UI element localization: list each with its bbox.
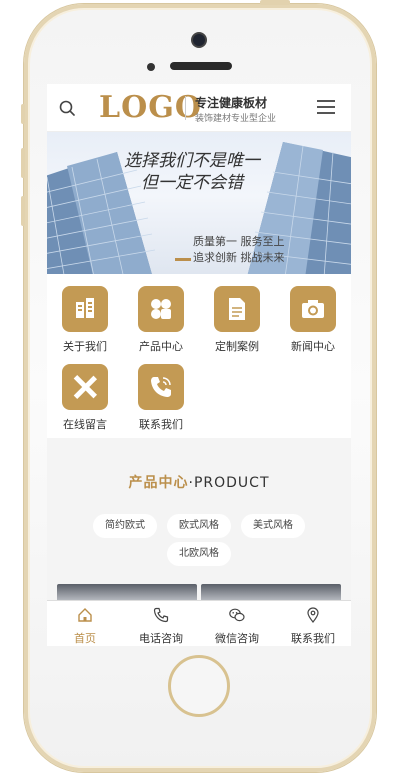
- volume-up-button: [21, 148, 25, 178]
- grid-label: 新闻中心: [291, 340, 335, 353]
- home-icon: [78, 608, 92, 622]
- nav-label: 微信咨询: [215, 632, 259, 645]
- hero-banner[interactable]: 选择我们不是唯一 但一定不会错 质量第一 服务至上 追求创新 挑战未来: [47, 132, 351, 274]
- logo-divider: [185, 96, 186, 120]
- category-chip[interactable]: 美式风格: [241, 514, 305, 538]
- nav-wechat[interactable]: 微信咨询: [199, 601, 275, 646]
- camera-icon: [290, 286, 336, 332]
- tagline-sub: 装饰建材专业型企业: [195, 114, 277, 124]
- front-camera: [193, 34, 205, 46]
- building-icon: [62, 286, 108, 332]
- category-chip[interactable]: 简约欧式: [93, 514, 157, 538]
- screen: LOGO 专注健康板材 装饰建材专业型企业 选择我们不是唯一 但一定不会错 质量…: [47, 84, 351, 646]
- grid-label: 联系我们: [139, 418, 183, 431]
- grid-item-about[interactable]: 关于我们: [52, 286, 118, 354]
- banner-title-line1: 选择我们不是唯一: [124, 151, 260, 171]
- home-button[interactable]: [168, 655, 230, 717]
- grid-item-contact[interactable]: 联系我们: [128, 364, 194, 432]
- section-title: 产品中心·PRODUCT: [47, 472, 351, 492]
- banner-title: 选择我们不是唯一 但一定不会错: [107, 150, 277, 194]
- nav-phone[interactable]: 电话咨询: [123, 601, 199, 646]
- menu-icon[interactable]: [317, 100, 335, 114]
- category-chip[interactable]: 北欧风格: [167, 542, 231, 566]
- quick-links-grid: 关于我们 产品中心 定制案例 新闻中心 在线留言 联系我们: [47, 274, 351, 438]
- pencil-ruler-icon: [62, 364, 108, 410]
- power-button: [260, 0, 290, 5]
- nav-contact[interactable]: 联系我们: [275, 601, 351, 646]
- category-chip[interactable]: 欧式风格: [167, 514, 231, 538]
- bottom-nav: 首页 电话咨询 微信咨询 联系我们: [47, 600, 351, 646]
- location-icon: [307, 607, 319, 623]
- grid-item-message[interactable]: 在线留言: [52, 364, 118, 432]
- banner-subtitle: 质量第一 服务至上 追求创新 挑战未来: [193, 234, 285, 266]
- nav-home[interactable]: 首页: [47, 601, 123, 646]
- banner-title-line2: 但一定不会错: [141, 173, 243, 193]
- grid-item-products[interactable]: 产品中心: [128, 286, 194, 354]
- section-title-cn: 产品中心: [128, 475, 189, 491]
- banner-sub-line2: 追求创新 挑战未来: [193, 251, 285, 264]
- grid-item-news[interactable]: 新闻中心: [280, 286, 346, 354]
- nav-label: 电话咨询: [139, 632, 183, 645]
- mute-switch: [21, 104, 25, 124]
- tagline-main: 专注健康板材: [195, 96, 268, 110]
- grid-item-cases[interactable]: 定制案例: [204, 286, 270, 354]
- banner-sub-line1: 质量第一 服务至上: [193, 235, 285, 248]
- header: LOGO 专注健康板材 装饰建材专业型企业: [47, 84, 351, 132]
- grid-label: 在线留言: [63, 418, 107, 431]
- proximity-sensor: [147, 63, 155, 71]
- earpiece-speaker: [170, 62, 232, 70]
- nav-label: 联系我们: [291, 632, 335, 645]
- search-icon[interactable]: [59, 100, 75, 116]
- grid-label: 定制案例: [215, 340, 259, 353]
- wechat-icon: [229, 608, 245, 622]
- section-title-en: PRODUCT: [193, 475, 270, 491]
- grid-label: 关于我们: [63, 340, 107, 353]
- volume-down-button: [21, 196, 25, 226]
- phone-icon: [153, 607, 169, 623]
- document-icon: [214, 286, 260, 332]
- logo[interactable]: LOGO: [99, 90, 202, 125]
- grid-label: 产品中心: [139, 340, 183, 353]
- phone-icon: [138, 364, 184, 410]
- nav-label: 首页: [74, 632, 96, 645]
- clover-icon: [138, 286, 184, 332]
- banner-accent-bar: [175, 258, 191, 261]
